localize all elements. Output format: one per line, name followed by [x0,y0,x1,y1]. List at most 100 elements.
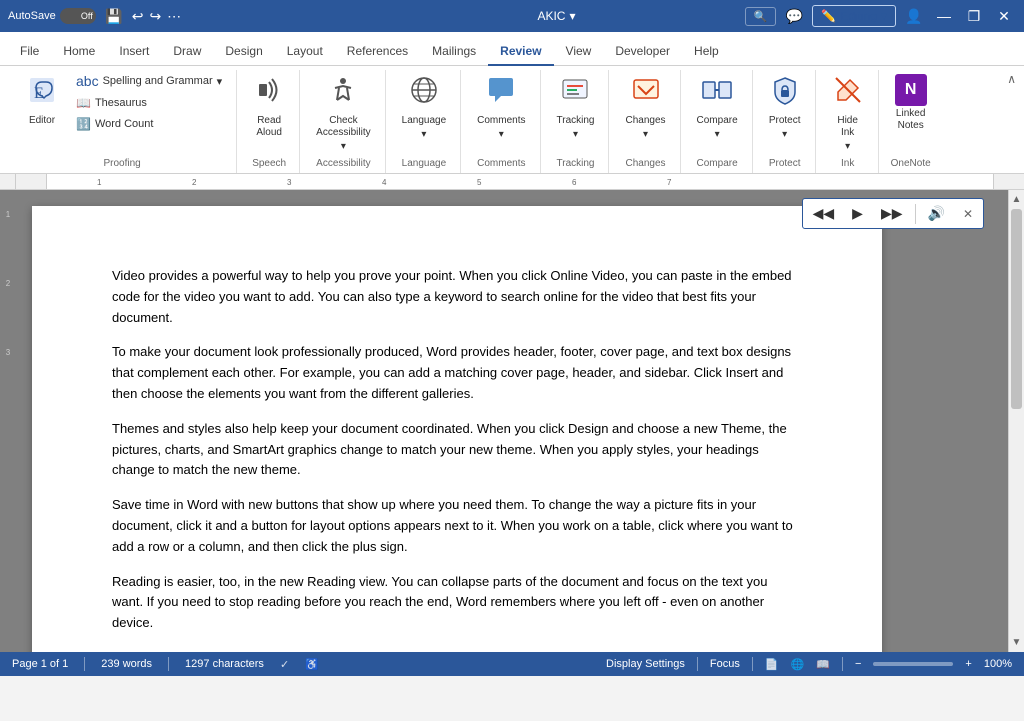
nav-close-button[interactable]: ✕ [955,203,981,225]
tab-developer[interactable]: Developer [603,38,682,66]
editor-button[interactable]: E Editor [16,70,68,131]
tracking-button[interactable]: Tracking ▾ [551,70,601,144]
tracking-dropdown-icon[interactable]: ▾ [573,129,578,140]
view-web-icon[interactable]: 🌐 [791,658,805,671]
language-button[interactable]: Language ▾ [396,70,453,144]
comments-button[interactable]: 💬 [782,4,806,28]
navigation-toolbar: ◀◀ ▶ ▶▶ 🔊 ✕ [802,198,984,229]
status-bar: Page 1 of 1 239 words 1297 characters ✓ … [0,652,1024,676]
tracking-group-label: Tracking [557,158,595,169]
tab-help[interactable]: Help [682,38,731,66]
scroll-thumb[interactable] [1011,209,1022,409]
ribbon-group-proofing: E Editor abc Spelling and Grammar ▾ 📖 Th… [8,70,237,173]
editing-label: Editing [840,9,877,23]
nav-sound-button[interactable]: 🔊 [920,201,953,226]
onenote-group-label: OneNote [891,158,931,169]
nav-play-button[interactable]: ▶ [844,201,871,226]
ribbon-collapse-button[interactable]: ∧ [1003,70,1020,88]
read-aloud-button[interactable]: ReadAloud [247,70,291,143]
spelling-dropdown[interactable]: ▾ [217,75,223,88]
nav-next-next-button[interactable]: ▶▶ [873,201,911,226]
document-scroll-area: ◀◀ ▶ ▶▶ 🔊 ✕ Video provides a powerful wa… [16,190,1008,652]
changes-dropdown-icon[interactable]: ▾ [643,129,648,140]
comments-dropdown-icon[interactable]: ▾ [499,129,504,140]
comments-button[interactable]: Comments ▾ [471,70,531,144]
save-button[interactable]: 💾 [102,4,126,28]
proofing-check-icon[interactable]: ✓ [280,658,289,671]
tab-references[interactable]: References [335,38,420,66]
tab-review[interactable]: Review [488,38,553,66]
autosave-toggle[interactable]: Off [60,8,96,24]
restore-button[interactable]: ❐ [962,4,986,28]
tab-file[interactable]: File [8,38,51,66]
comments-label: Comments [477,115,525,127]
hide-ink-dropdown-icon[interactable]: ▾ [845,141,850,152]
zoom-in-button[interactable]: + [965,658,971,670]
accessibility-icon [327,74,359,113]
hide-ink-label: HideInk [837,115,858,139]
char-count-status: 1297 characters [185,658,264,670]
close-button[interactable]: ✕ [992,4,1016,28]
display-settings-button[interactable]: Display Settings [606,658,685,670]
ribbon-right-controls: ∧ [999,66,1024,173]
tracking-label: Tracking [557,115,595,127]
ribbon-group-ink: HideInk ▾ Ink [818,70,879,173]
zoom-out-button[interactable]: − [855,658,861,670]
scroll-up-button[interactable]: ▲ [1008,190,1024,209]
compare-dropdown-icon[interactable]: ▾ [715,129,720,140]
paragraph-5: Reading is easier, too, in the new Readi… [112,572,802,634]
focus-button[interactable]: Focus [710,658,740,670]
tab-layout[interactable]: Layout [275,38,335,66]
document-title: AKIC [537,9,565,23]
thesaurus-icon: 📖 [76,96,91,110]
accessibility-status-icon[interactable]: ♿ [305,658,319,671]
tab-draw[interactable]: Draw [161,38,213,66]
spelling-button[interactable]: abc Spelling and Grammar ▾ [70,70,228,92]
linked-notes-label: LinkedNotes [896,108,925,132]
tab-design[interactable]: Design [213,38,274,66]
proofing-group-label: Proofing [103,158,140,169]
undo-button[interactable]: ↩ [132,8,144,25]
protect-button[interactable]: Protect ▾ [763,70,807,144]
ribbon-group-comments: Comments ▾ Comments [463,70,540,173]
language-dropdown-icon[interactable]: ▾ [421,129,426,140]
accessibility-dropdown-icon[interactable]: ▾ [341,141,346,152]
scroll-down-button[interactable]: ▼ [1008,633,1024,652]
status-divider-4 [752,657,753,671]
read-aloud-label: ReadAloud [256,115,282,139]
share-button[interactable]: 👤 [902,4,926,28]
hide-ink-icon [832,74,864,113]
changes-icon [630,74,662,113]
check-accessibility-button[interactable]: CheckAccessibility ▾ [310,70,376,156]
redo-button[interactable]: ↪ [149,8,161,25]
thesaurus-button[interactable]: 📖 Thesaurus [70,93,228,113]
changes-button[interactable]: Changes ▾ [619,70,671,144]
zoom-slider[interactable] [873,662,953,666]
nav-prev-prev-button[interactable]: ◀◀ [805,201,843,226]
linked-notes-button[interactable]: N LinkedNotes [889,70,933,136]
view-layout-icon[interactable]: 📄 [765,658,779,671]
tab-insert[interactable]: Insert [107,38,161,66]
tab-home[interactable]: Home [51,38,107,66]
view-read-icon[interactable]: 📖 [816,658,830,671]
zoom-level: 100% [984,658,1012,670]
tab-mailings[interactable]: Mailings [420,38,488,66]
editing-dropdown[interactable]: ✏️ Editing ▾ [812,5,896,27]
tab-view[interactable]: View [554,38,604,66]
comments-group-label: Comments [477,158,525,169]
status-divider-3 [697,657,698,671]
compare-button[interactable]: Compare ▾ [691,70,744,144]
word-count-button[interactable]: 🔢 Word Count [70,114,228,134]
word-count-icon: 🔢 [76,117,91,131]
more-button[interactable]: ⋯ [167,8,181,25]
read-aloud-icon [253,74,285,113]
dropdown-icon[interactable]: ▾ [569,9,575,23]
protect-dropdown-icon[interactable]: ▾ [782,129,787,140]
paragraph-2: To make your document look professionall… [112,342,802,404]
protect-label: Protect [769,115,801,127]
search-button[interactable]: 🔍 [745,7,777,26]
minimize-button[interactable]: — [932,4,956,28]
hide-ink-button[interactable]: HideInk ▾ [826,70,870,156]
nav-separator [915,204,916,224]
scrollbar[interactable]: ▲ ▼ [1008,190,1024,652]
